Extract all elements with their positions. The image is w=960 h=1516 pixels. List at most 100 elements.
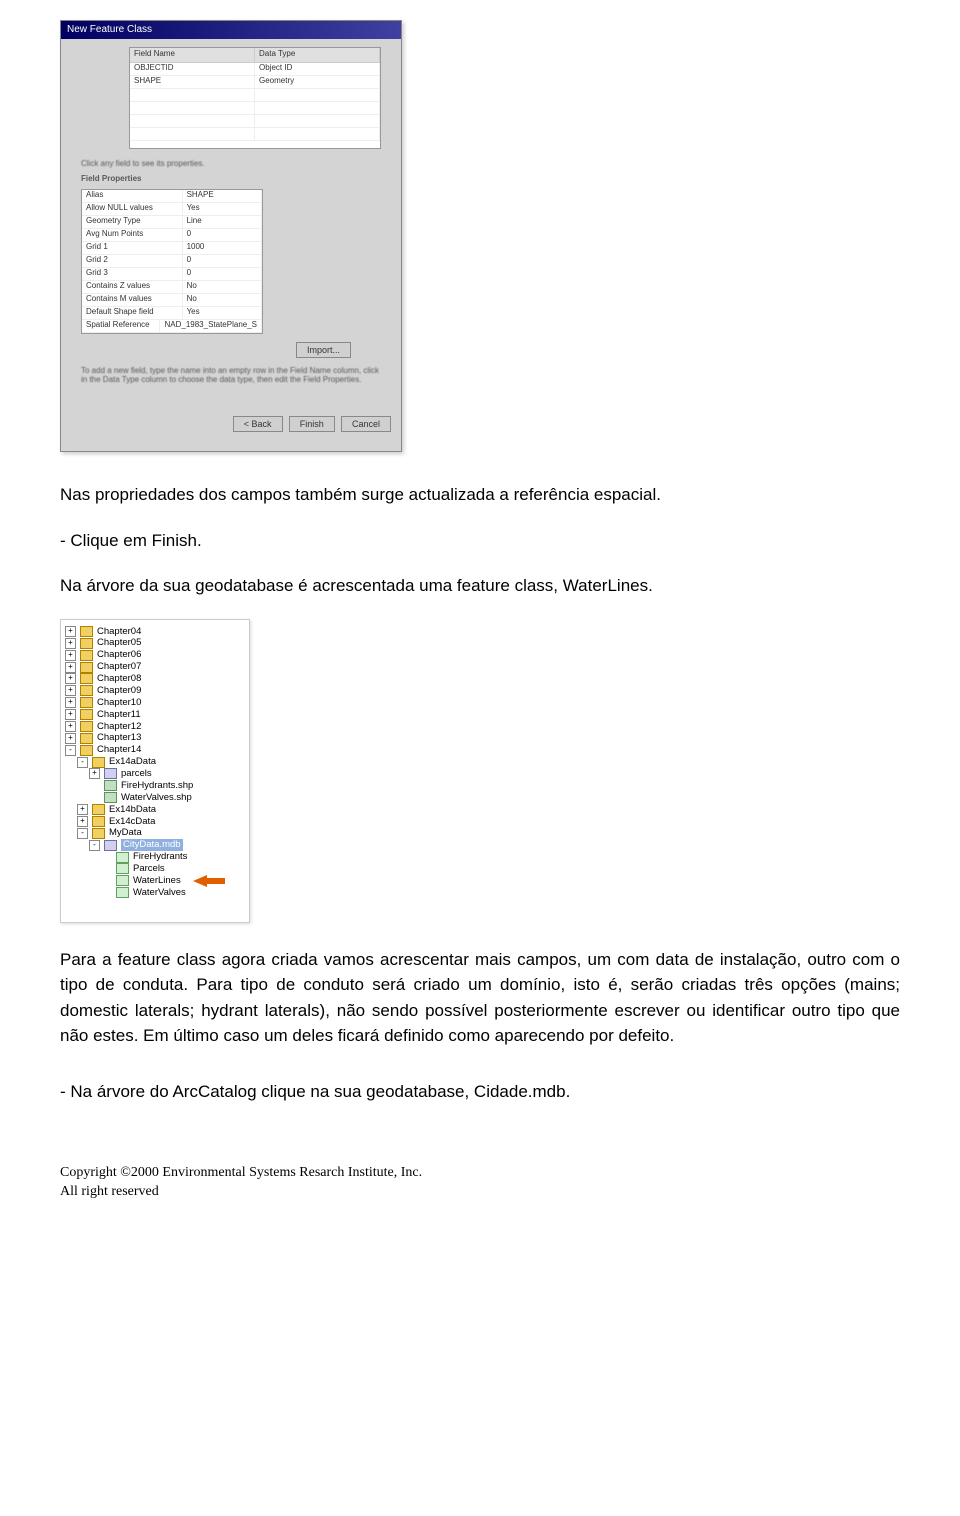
fc-icon [116, 863, 129, 874]
tree-item[interactable]: - CityData.mdb [65, 839, 245, 851]
tree-toggle-icon[interactable]: + [65, 733, 76, 744]
tree-item[interactable]: +Chapter08 [65, 673, 245, 685]
paragraph-1: Nas propriedades dos campos também surge… [60, 482, 900, 508]
tree-item[interactable]: + Ex14cData [65, 816, 245, 828]
tree-item[interactable]: + Chapter06 [65, 649, 245, 661]
tree-item-label: Chapter06 [97, 649, 141, 661]
tree-item-label: Chapter14 [97, 744, 141, 756]
tree-toggle-icon[interactable]: + [65, 697, 76, 708]
folder-icon [80, 626, 93, 637]
field-props-label: Field Properties [81, 174, 381, 183]
fc-icon [116, 852, 129, 863]
finish-button[interactable]: Finish [289, 416, 335, 432]
tree-item-label: Chapter05 [97, 637, 141, 649]
tree-item-label: Parcels [133, 863, 165, 875]
tree-item[interactable]: FireHydrants [65, 851, 245, 863]
fc-icon [116, 875, 129, 886]
copyright-line: Copyright ©2000 Environmental Systems Re… [60, 1164, 900, 1183]
tree-item-label: Chapter12 [97, 721, 141, 733]
tree-item[interactable]: WaterValves.shp [65, 792, 245, 804]
tree-toggle-icon[interactable]: - [65, 745, 76, 756]
folder-icon [92, 816, 105, 827]
folder-icon [80, 697, 93, 708]
tree-item-label: Chapter11 [97, 709, 141, 721]
folder-icon [80, 650, 93, 661]
tree-item[interactable]: + parcels [65, 768, 245, 780]
tree-item[interactable]: WaterLines [65, 875, 245, 887]
folder-icon [92, 828, 105, 839]
folder-icon [80, 685, 93, 696]
tree-toggle-icon[interactable]: + [65, 721, 76, 732]
tree-item[interactable]: + Chapter09 [65, 685, 245, 697]
tree-toggle-icon[interactable]: + [65, 626, 76, 637]
cancel-button[interactable]: Cancel [341, 416, 391, 432]
tree-item-label: Chapter09 [97, 685, 141, 697]
folder-icon [80, 733, 93, 744]
tree-item[interactable]: + Chapter05 [65, 637, 245, 649]
gdb-icon [104, 840, 117, 851]
tree-toggle-icon[interactable]: + [65, 685, 76, 696]
tree-item[interactable]: + Chapter11 [65, 709, 245, 721]
fields-table: Field Name Data Type OBJECTIDObject ID S… [129, 47, 381, 149]
folder-icon [80, 673, 93, 684]
tree-item-label: Ex14cData [109, 816, 155, 828]
tree-item[interactable]: + Chapter13 [65, 732, 245, 744]
tree-toggle-icon[interactable]: + [65, 650, 76, 661]
tree-toggle-icon[interactable]: + [65, 638, 76, 649]
tree-toggle-icon[interactable]: + [65, 709, 76, 720]
tree-toggle-icon[interactable]: + [65, 662, 76, 673]
folder-icon [92, 804, 105, 815]
tree-item[interactable]: + Chapter10 [65, 697, 245, 709]
field-properties-table: AliasSHAPE Allow NULL valuesYes Geometry… [81, 189, 263, 334]
tree-item-label: Chapter07 [97, 661, 141, 673]
new-feature-class-dialog: New Feature Class Field Name Data Type O… [60, 20, 402, 452]
highlight-arrow-icon [193, 875, 207, 887]
tree-item[interactable]: - Chapter14 [65, 744, 245, 756]
folder-icon [92, 757, 105, 768]
dialog-tip: To add a new field, type the name into a… [81, 366, 381, 384]
import-button[interactable]: Import... [296, 342, 351, 358]
dialog-hint: Click any field to see its properties. [81, 159, 381, 168]
tree-item-label: WaterLines [133, 875, 181, 887]
folder-icon [80, 745, 93, 756]
tree-item-label: FireHydrants [133, 851, 187, 863]
tree-item-label: Ex14aData [109, 756, 156, 768]
tree-item-label: parcels [121, 768, 152, 780]
tree-item[interactable]: - MyData [65, 827, 245, 839]
folder-icon [80, 662, 93, 673]
tree-item-label: Chapter10 [97, 697, 141, 709]
rights-line: All right reserved [60, 1183, 900, 1202]
tree-item[interactable]: + Chapter07 [65, 661, 245, 673]
col-data-type: Data Type [255, 48, 380, 62]
tree-item[interactable]: +Chapter04 [65, 626, 245, 638]
gdb-icon [104, 768, 117, 779]
folder-icon [80, 709, 93, 720]
tree-item[interactable]: + Chapter12 [65, 721, 245, 733]
tree-toggle-icon[interactable]: - [89, 840, 100, 851]
step-click-finish: - Clique em Finish. [60, 528, 900, 554]
tree-item-label: FireHydrants.shp [121, 780, 193, 792]
fc-icon [116, 887, 129, 898]
tree-item[interactable]: FireHydrants.shp [65, 780, 245, 792]
tree-item-label: CityData.mdb [121, 839, 183, 851]
tree-toggle-icon[interactable]: - [77, 757, 88, 768]
folder-icon [80, 721, 93, 732]
tree-toggle-icon[interactable]: + [77, 816, 88, 827]
tree-item[interactable]: Parcels [65, 863, 245, 875]
tree-toggle-icon[interactable]: + [77, 804, 88, 815]
shp-icon [104, 792, 117, 803]
tree-item[interactable]: + Ex14bData [65, 804, 245, 816]
tree-item-label: Ex14bData [109, 804, 156, 816]
tree-item[interactable]: - Ex14aData [65, 756, 245, 768]
tree-item[interactable]: WaterValves [65, 887, 245, 899]
footer: Copyright ©2000 Environmental Systems Re… [60, 1164, 900, 1202]
back-button[interactable]: < Back [233, 416, 283, 432]
tree-toggle-icon[interactable]: + [65, 673, 76, 684]
catalog-tree: +Chapter04+Chapter05+Chapter06+Chapter07… [60, 619, 250, 923]
tree-item-label: Chapter13 [97, 732, 141, 744]
tree-toggle-icon[interactable]: - [77, 828, 88, 839]
step-click-gdb: - Na árvore do ArcCatalog clique na sua … [60, 1079, 900, 1105]
tree-item-label: MyData [109, 827, 142, 839]
paragraph-3: Para a feature class agora criada vamos … [60, 947, 900, 1049]
tree-toggle-icon[interactable]: + [89, 768, 100, 779]
